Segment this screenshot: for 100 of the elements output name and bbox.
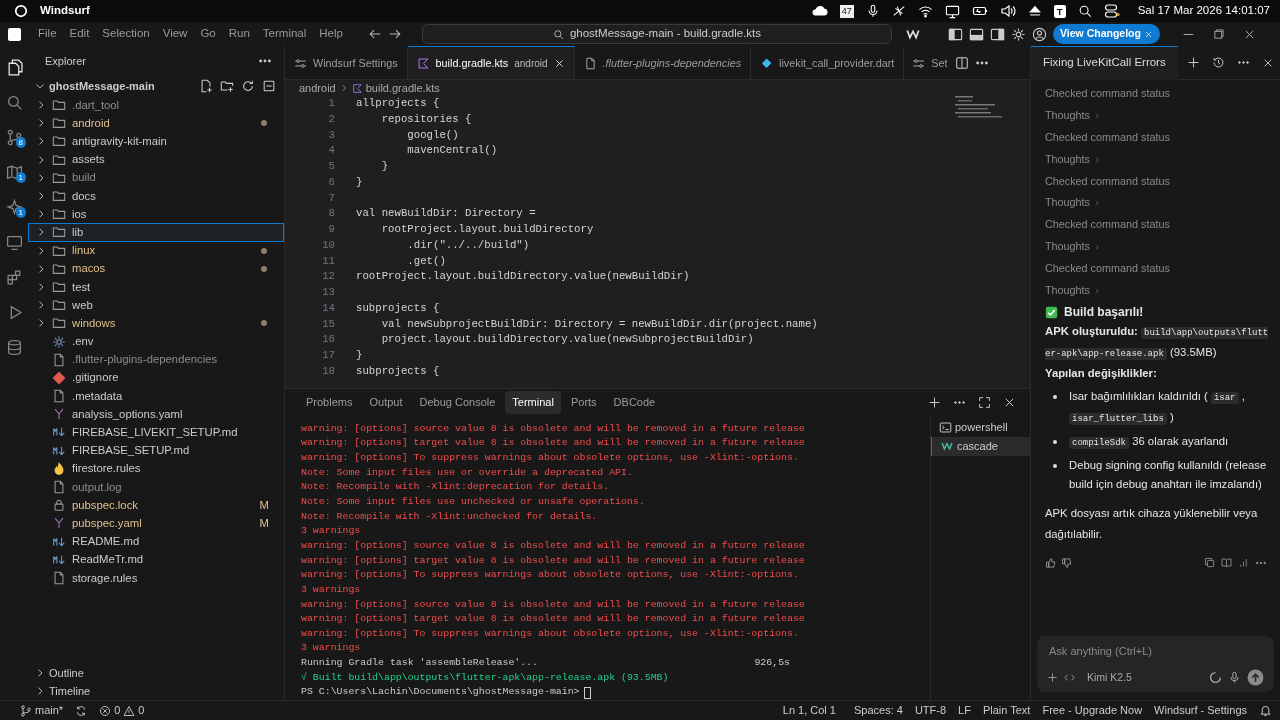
- code-icon[interactable]: [1064, 672, 1075, 683]
- editor-tab[interactable]: build.gradle.kts android: [407, 46, 575, 79]
- status-item[interactable]: Plain Text: [982, 702, 1031, 719]
- extensions-icon[interactable]: [5, 269, 23, 286]
- maximize-icon[interactable]: [978, 395, 991, 409]
- left-panel-icon[interactable]: [948, 26, 963, 42]
- tree-item[interactable]: windows: [28, 314, 284, 333]
- book-icon[interactable]: [1221, 557, 1232, 569]
- tree-item[interactable]: .gitignore: [28, 368, 284, 387]
- menu-item[interactable]: Edit: [64, 25, 95, 43]
- map-icon[interactable]: [5, 164, 23, 181]
- menu-item[interactable]: File: [33, 25, 62, 43]
- tree-item[interactable]: macos: [28, 259, 284, 278]
- tree-item[interactable]: assets: [28, 150, 284, 169]
- tree-item[interactable]: .flutter-plugins-dependencies: [28, 350, 284, 369]
- breadcrumb-item[interactable]: android: [299, 79, 336, 97]
- tree-item[interactable]: linux: [28, 241, 284, 260]
- tree-item[interactable]: storage.rules: [28, 568, 284, 588]
- tray-badge[interactable]: T: [1053, 4, 1066, 18]
- tree-item[interactable]: analysis_options.yaml: [28, 405, 284, 424]
- terminal-item[interactable]: cascade: [931, 436, 1030, 456]
- tree-item[interactable]: FIREBASE_SETUP.md: [28, 441, 284, 460]
- tree-item[interactable]: ios: [28, 205, 284, 224]
- tree-item[interactable]: .metadata: [28, 387, 284, 406]
- tree-item[interactable]: .env: [28, 332, 284, 351]
- status-item[interactable]: Spaces: 4: [854, 702, 903, 719]
- speaker-icon[interactable]: [999, 3, 1016, 19]
- wave-logo-icon[interactable]: [904, 27, 922, 41]
- tree-item[interactable]: output.log: [28, 477, 284, 497]
- tree-item[interactable]: docs: [28, 186, 284, 206]
- split-editor-icon[interactable]: [954, 55, 969, 70]
- thumbs-up-icon[interactable]: [1045, 556, 1057, 569]
- problems-indicator[interactable]: 0 0: [99, 702, 145, 719]
- new-folder-icon[interactable]: [220, 79, 234, 93]
- menu-item[interactable]: Go: [195, 25, 221, 43]
- editor-tab[interactable]: .flutter-plugins-dependencies: [574, 46, 752, 79]
- plus-icon[interactable]: [1187, 56, 1200, 69]
- back-arrow-icon[interactable]: [368, 27, 382, 41]
- circle-icon[interactable]: [14, 4, 28, 18]
- wifi-icon[interactable]: [917, 3, 933, 19]
- menu-item[interactable]: Run: [223, 25, 255, 43]
- tree-item[interactable]: FIREBASE_LIVEKIT_SETUP.md: [28, 423, 284, 442]
- thoughts-toggle[interactable]: Thoughts: [1045, 280, 1270, 302]
- panel-tab[interactable]: DBCode: [606, 391, 663, 414]
- editor-tab[interactable]: livekit_call_provider.dart: [751, 46, 905, 79]
- changelog-button[interactable]: View Changelog: [1053, 24, 1160, 44]
- restore-icon[interactable]: [1212, 28, 1225, 40]
- tree-item[interactable]: lib: [28, 223, 284, 242]
- thoughts-toggle[interactable]: Thoughts: [1045, 236, 1270, 259]
- tree-item[interactable]: web: [28, 296, 284, 315]
- terminal-item[interactable]: powershell: [931, 417, 1030, 437]
- tree-item[interactable]: antigravity-kit-main: [28, 132, 284, 151]
- monitor-icon[interactable]: [944, 3, 960, 19]
- bottom-panel-icon[interactable]: [969, 26, 984, 42]
- section-header[interactable]: Timeline: [49, 682, 91, 700]
- forward-arrow-icon[interactable]: [388, 27, 402, 41]
- panel-tab[interactable]: Output: [362, 391, 410, 414]
- slashed-icon[interactable]: [891, 4, 906, 18]
- editor-tab[interactable]: Set: [904, 46, 952, 79]
- model-selector[interactable]: Kimi K2.5: [1087, 669, 1132, 686]
- clock[interactable]: Sal 17 Mar 2026 14:01:07: [1137, 2, 1270, 20]
- tree-item[interactable]: pubspec.lock M: [28, 496, 284, 515]
- settings-icon[interactable]: [1011, 26, 1026, 42]
- editor-tab[interactable]: Windsurf Settings: [285, 46, 408, 79]
- cloud-icon[interactable]: [811, 3, 828, 19]
- history-icon[interactable]: [1212, 56, 1225, 69]
- sync-icon[interactable]: [75, 704, 88, 717]
- folder-name[interactable]: ghostMessage-main: [49, 77, 192, 95]
- status-item[interactable]: Windsurf - Settings: [1154, 702, 1247, 719]
- database-icon[interactable]: [5, 339, 23, 356]
- status-item[interactable]: Ln 1, Col 1: [782, 702, 836, 719]
- status-item[interactable]: UTF-8: [914, 702, 947, 719]
- send-icon[interactable]: [1247, 669, 1264, 686]
- breadcrumb-item[interactable]: build.gradle.kts: [365, 79, 440, 97]
- tree-item[interactable]: android: [28, 114, 284, 133]
- panel-tab[interactable]: Problems: [299, 391, 360, 414]
- command-center[interactable]: ghostMessage-main - build.gradle.kts: [422, 24, 892, 44]
- menu-item[interactable]: Help: [314, 25, 348, 43]
- status-item[interactable]: Free - Upgrade Now: [1042, 702, 1143, 719]
- right-panel-icon[interactable]: [990, 26, 1005, 42]
- tree-item[interactable]: firestore.rules: [28, 459, 284, 478]
- menu-item[interactable]: Terminal: [257, 25, 312, 43]
- thoughts-toggle[interactable]: Thoughts: [1045, 148, 1270, 171]
- tree-item[interactable]: README.md: [28, 532, 284, 551]
- panel-tab[interactable]: Terminal: [505, 391, 561, 414]
- eject-icon[interactable]: [1027, 4, 1042, 18]
- copy-icon[interactable]: [1204, 557, 1215, 569]
- menu-item[interactable]: View: [157, 25, 193, 43]
- thumbs-down-icon[interactable]: [1061, 556, 1073, 569]
- refresh-icon[interactable]: [241, 79, 255, 93]
- bell-icon[interactable]: [1259, 704, 1272, 717]
- tree-item[interactable]: build: [28, 168, 284, 187]
- search-icon[interactable]: [1077, 4, 1092, 18]
- new-file-icon[interactable]: [199, 79, 213, 93]
- app-logo[interactable]: [8, 27, 21, 41]
- collapse-icon[interactable]: [262, 79, 276, 93]
- close-icon[interactable]: [553, 57, 565, 69]
- section-header[interactable]: Outline: [49, 664, 84, 682]
- chat-input[interactable]: Ask anything (Ctrl+L) Kimi K2.5: [1037, 636, 1274, 692]
- calendar-badge[interactable]: 47: [839, 4, 854, 18]
